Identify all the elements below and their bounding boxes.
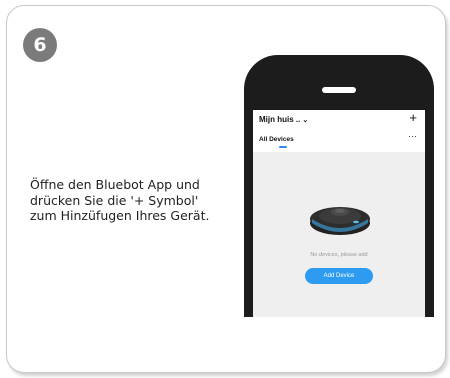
home-selector[interactable]: Mijn huis .. ⌄ bbox=[259, 115, 308, 124]
chevron-down-icon: ⌄ bbox=[302, 117, 309, 124]
plus-icon[interactable]: + bbox=[409, 110, 417, 126]
robot-vacuum-image bbox=[310, 207, 370, 235]
empty-state-message: No devices, please add bbox=[310, 252, 368, 258]
instruction-text: Öffne den Bluebot App und drücken Sie di… bbox=[30, 177, 240, 224]
home-title-label: Mijn huis .. bbox=[259, 115, 301, 124]
tab-active-indicator bbox=[279, 146, 287, 148]
phone-speaker bbox=[322, 87, 356, 93]
instruction-line-3: zum Hinzüfugen Ihres Gerät. bbox=[30, 208, 210, 223]
tab-all-devices[interactable]: All Devices bbox=[259, 136, 294, 143]
instruction-line-1: Öffne den Bluebot App und bbox=[30, 177, 200, 192]
add-device-button[interactable]: Add Device bbox=[305, 268, 373, 284]
phone-mockup: Mijn huis .. ⌄ + All Devices ··· No devic… bbox=[244, 55, 434, 317]
more-icon[interactable]: ··· bbox=[408, 131, 417, 141]
app-header: Mijn huis .. ⌄ + All Devices ··· bbox=[253, 110, 425, 152]
instruction-line-2: drücken Sie die '+ Symbol' bbox=[30, 192, 199, 208]
app-screen: Mijn huis .. ⌄ + All Devices ··· No devic… bbox=[253, 110, 425, 317]
step-number-badge: 6 bbox=[23, 28, 57, 62]
